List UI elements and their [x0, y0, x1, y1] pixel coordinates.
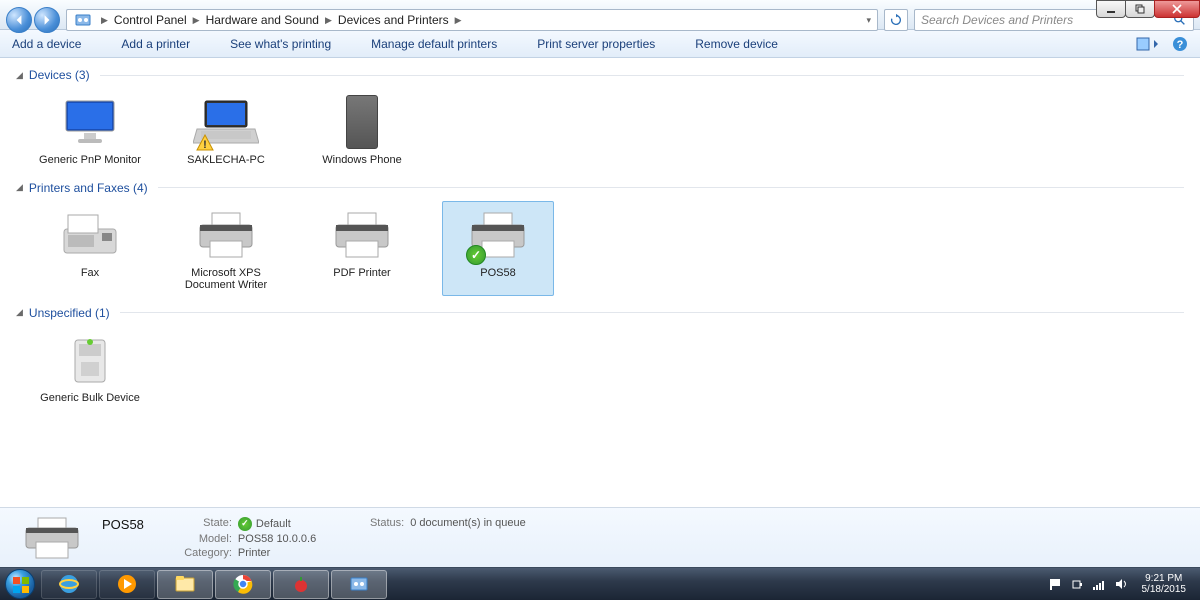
content-area: ◢ Devices (3) Generic PnP Monitor ! SAKL… [0, 58, 1200, 507]
breadcrumb-item-control-panel[interactable]: Control Panel [114, 13, 187, 27]
default-check-icon: ✓ [466, 245, 486, 265]
item-label: Microsoft XPS Document Writer [174, 267, 278, 292]
start-button[interactable] [0, 568, 40, 601]
svg-text:?: ? [1177, 39, 1184, 51]
item-label: PDF Printer [333, 267, 390, 280]
details-thumbnail-icon [18, 514, 88, 562]
group-title: Unspecified (1) [29, 306, 110, 320]
collapse-icon: ◢ [16, 70, 23, 81]
chevron-right-icon: ▶ [193, 15, 200, 26]
item-label: Fax [81, 267, 99, 280]
chevron-right-icon: ▶ [101, 15, 108, 26]
monitor-icon [62, 99, 118, 145]
device-item[interactable]: Generic PnP Monitor [34, 88, 146, 171]
add-printer-button[interactable]: Add a printer [121, 37, 190, 51]
chevron-right-icon: ▶ [455, 15, 462, 26]
item-label: Generic PnP Monitor [39, 154, 141, 167]
apple-icon [290, 573, 312, 595]
details-pane: POS58 State: ✓ Default Model: POS58 10.0.… [0, 507, 1200, 567]
state-value: Default [256, 518, 291, 530]
generic-device-icon [67, 334, 113, 386]
server-props-button[interactable]: Print server properties [537, 37, 655, 51]
date-text: 5/18/2015 [1142, 584, 1187, 595]
status-label: Status: [346, 517, 404, 529]
remove-device-button[interactable]: Remove device [695, 37, 778, 51]
volume-icon[interactable] [1114, 577, 1128, 591]
printer-icon [330, 211, 394, 259]
item-label: POS58 [480, 267, 515, 280]
printer-item-pos58[interactable]: ✓ POS58 [442, 201, 554, 296]
control-panel-icon [75, 12, 91, 28]
group-header-devices[interactable]: ◢ Devices (3) [16, 68, 1184, 82]
svg-text:!: ! [203, 139, 207, 151]
unspecified-item[interactable]: Generic Bulk Device [34, 326, 146, 409]
item-label: Windows Phone [322, 154, 402, 167]
taskbar-app-button[interactable] [273, 570, 329, 599]
close-button[interactable] [1154, 0, 1200, 18]
group-title: Printers and Faxes (4) [29, 181, 148, 195]
flag-icon[interactable] [1048, 577, 1062, 591]
collapse-icon: ◢ [16, 182, 23, 193]
taskbar-media-button[interactable] [99, 570, 155, 599]
group-header-printers[interactable]: ◢ Printers and Faxes (4) [16, 181, 1184, 195]
device-item[interactable]: ! SAKLECHA-PC [170, 88, 282, 171]
see-printing-button[interactable]: See what's printing [230, 37, 331, 51]
help-icon[interactable]: ? [1172, 36, 1188, 52]
view-options-icon[interactable] [1136, 36, 1162, 52]
maximize-button[interactable] [1125, 0, 1155, 18]
minimize-button[interactable] [1096, 0, 1126, 18]
explorer-icon [174, 573, 196, 595]
model-value: POS58 10.0.0.6 [238, 533, 316, 545]
breadcrumb-item-devices[interactable]: Devices and Printers [338, 13, 449, 27]
category-label: Category: [174, 547, 232, 559]
item-label: SAKLECHA-PC [187, 154, 265, 167]
taskbar-ie-button[interactable] [41, 570, 97, 599]
check-icon: ✓ [238, 517, 252, 531]
printer-item-pdf[interactable]: PDF Printer [306, 201, 418, 296]
refresh-icon [889, 13, 903, 27]
phone-icon [346, 95, 378, 149]
network-icon[interactable] [1092, 577, 1106, 591]
breadcrumb-item-hardware[interactable]: Hardware and Sound [206, 13, 319, 27]
breadcrumb[interactable]: ▶ Control Panel ▶ Hardware and Sound ▶ D… [66, 9, 878, 31]
item-label: Generic Bulk Device [40, 392, 140, 405]
status-value: 0 document(s) in queue [410, 517, 526, 529]
back-button[interactable] [6, 7, 32, 33]
details-title: POS58 [102, 517, 144, 532]
warning-icon: ! [196, 134, 214, 152]
group-header-unspecified[interactable]: ◢ Unspecified (1) [16, 306, 1184, 320]
taskbar: 9:21 PM 5/18/2015 [0, 567, 1200, 600]
group-title: Devices (3) [29, 68, 90, 82]
clock[interactable]: 9:21 PM 5/18/2015 [1136, 573, 1193, 595]
category-value: Printer [238, 547, 270, 559]
chevron-right-icon: ▶ [325, 15, 332, 26]
refresh-button[interactable] [884, 9, 908, 31]
control-panel-icon [348, 573, 370, 595]
fax-icon [58, 213, 122, 257]
chrome-icon [232, 573, 254, 595]
windows-logo-icon [11, 575, 31, 595]
power-icon[interactable] [1070, 577, 1084, 591]
collapse-icon: ◢ [16, 307, 23, 318]
manage-defaults-button[interactable]: Manage default printers [371, 37, 497, 51]
printer-item-fax[interactable]: Fax [34, 201, 146, 296]
forward-button[interactable] [34, 7, 60, 33]
taskbar-explorer-button[interactable] [157, 570, 213, 599]
command-bar: Add a device Add a printer See what's pr… [0, 30, 1200, 58]
time-text: 9:21 PM [1142, 573, 1187, 584]
media-player-icon [116, 573, 138, 595]
system-tray: 9:21 PM 5/18/2015 [1048, 573, 1193, 595]
state-label: State: [174, 517, 232, 531]
printer-icon [194, 211, 258, 259]
device-item[interactable]: Windows Phone [306, 88, 418, 171]
printer-item-xps[interactable]: Microsoft XPS Document Writer [170, 201, 282, 296]
add-device-button[interactable]: Add a device [12, 37, 81, 51]
chevron-down-icon[interactable]: ▾ [866, 15, 871, 26]
ie-icon [58, 573, 80, 595]
model-label: Model: [174, 533, 232, 545]
taskbar-control-panel-button[interactable] [331, 570, 387, 599]
taskbar-chrome-button[interactable] [215, 570, 271, 599]
